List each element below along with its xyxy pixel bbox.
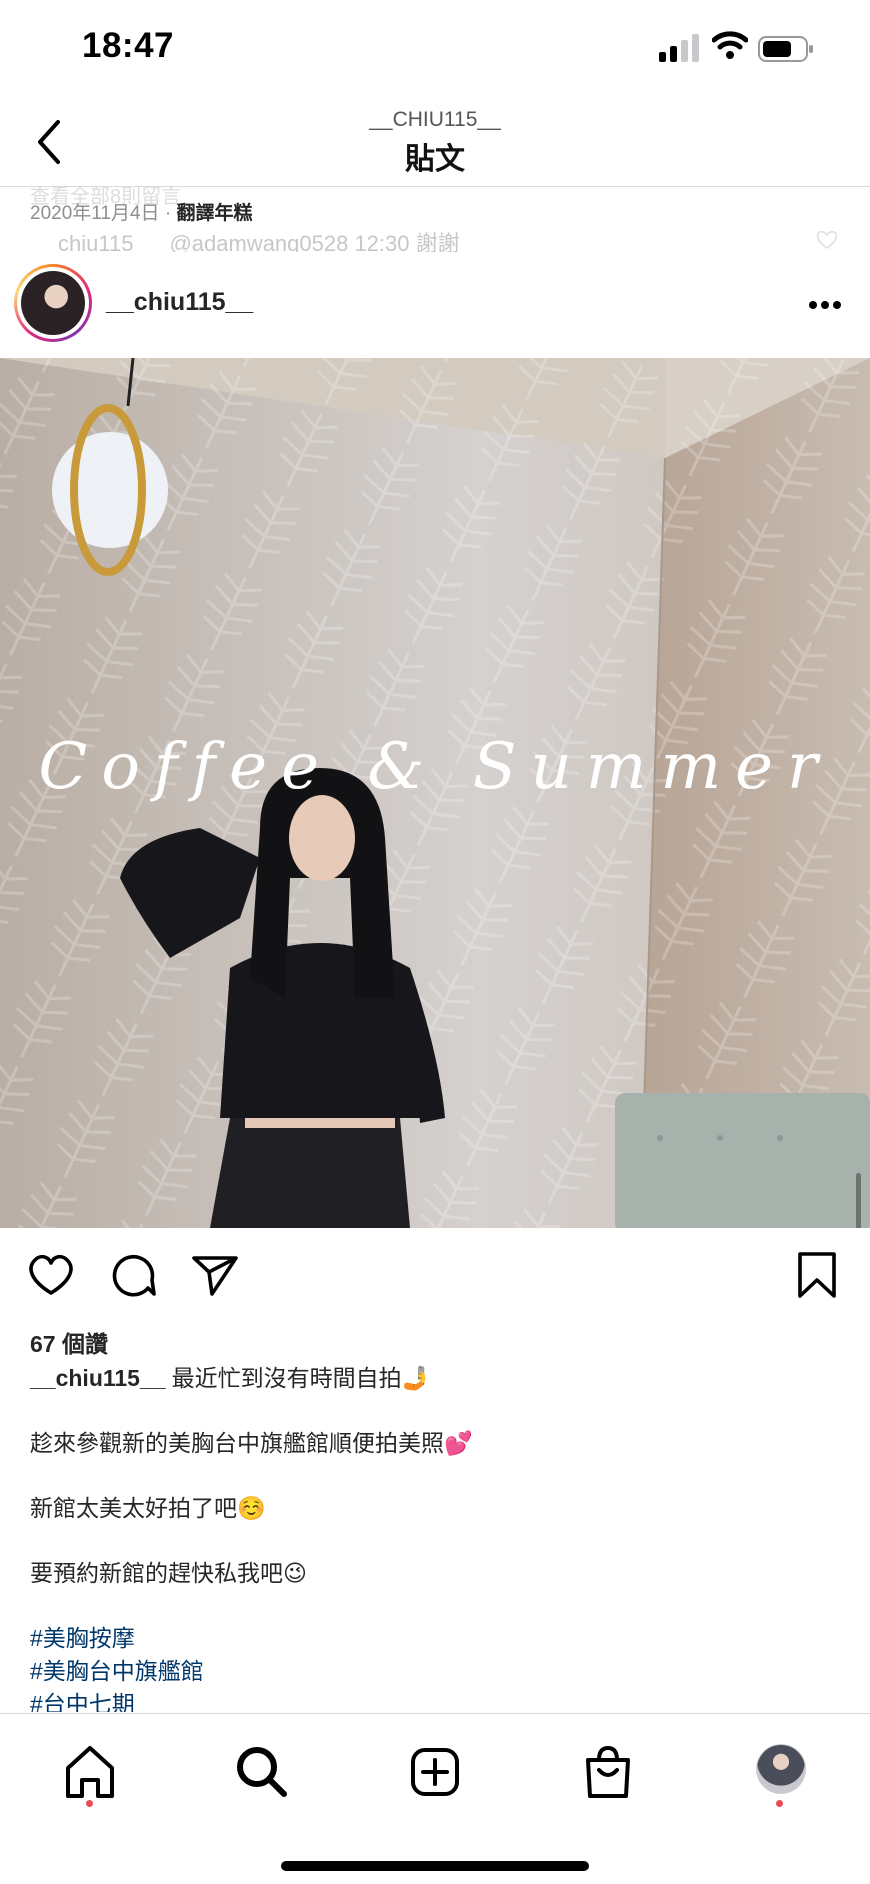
- caption-text-3: 新館太美太好拍了吧☺️: [30, 1495, 266, 1521]
- tab-shop[interactable]: [578, 1742, 638, 1802]
- nav-header: __CHIU115__ 貼文: [0, 100, 870, 187]
- like-button[interactable]: [26, 1250, 76, 1300]
- caption-text-2: 趁來參觀新的美胸台中旗艦館順便拍美照💕: [30, 1430, 473, 1456]
- scrollbar[interactable]: [856, 1173, 861, 1228]
- hashtag-link[interactable]: #美胸按摩: [30, 1622, 850, 1655]
- page-title: 貼文: [405, 143, 465, 176]
- post-image[interactable]: Coffee & Summer: [0, 358, 870, 1228]
- likes-count[interactable]: 67 個讚: [30, 1325, 108, 1359]
- status-bar: 18:47: [0, 0, 870, 100]
- hashtag-link[interactable]: #台中七期: [30, 1688, 850, 1712]
- translate-link[interactable]: 翻譯年糕: [176, 203, 252, 224]
- post-action-bar: [0, 1230, 870, 1320]
- comment-preview: chiu115 @adamwanq0528 12:30 謝謝: [58, 226, 460, 252]
- shop-icon: [586, 1745, 630, 1798]
- more-horizontal-icon: [809, 301, 841, 309]
- post-caption: __chiu115__ 最近忙到沒有時間自拍🤳 趁來參觀新的美胸台中旗艦館順便拍美…: [30, 1362, 850, 1712]
- hashtag-link[interactable]: #美胸台中旗艦館: [30, 1655, 850, 1688]
- comment-button[interactable]: [108, 1250, 158, 1300]
- wifi-icon: [712, 31, 748, 59]
- comment-username[interactable]: chiu115: [58, 231, 133, 252]
- tab-new-post[interactable]: [405, 1742, 465, 1802]
- comment-text: @adamwanq0528 12:30 謝謝: [169, 231, 460, 252]
- tab-search[interactable]: [232, 1742, 292, 1802]
- heart-icon: [29, 1254, 73, 1295]
- bottom-tab-bar: [0, 1713, 870, 1884]
- add-post-icon: [411, 1748, 459, 1796]
- bookmark-icon: [798, 1252, 836, 1298]
- battery-icon: [758, 36, 813, 62]
- save-button[interactable]: [792, 1250, 842, 1300]
- search-icon: [237, 1747, 287, 1797]
- tab-profile-avatar[interactable]: [756, 1744, 806, 1794]
- image-overlay-text: Coffee & Summer: [38, 730, 832, 804]
- share-button[interactable]: [190, 1250, 240, 1300]
- header-username: __CHIU115__: [369, 108, 501, 131]
- cellular-signal-icon: [659, 34, 699, 62]
- home-indicator[interactable]: [281, 1861, 589, 1871]
- caption-viewport: __chiu115__ 最近忙到沒有時間自拍🤳 趁來參觀新的美胸台中旗艦館順便拍美…: [0, 1362, 870, 1712]
- avatar: [21, 271, 85, 335]
- caption-username[interactable]: __chiu115__: [30, 1365, 166, 1391]
- home-notification-dot: [86, 1800, 93, 1807]
- tab-home[interactable]: [60, 1742, 120, 1802]
- status-time: 18:47: [82, 26, 175, 65]
- comment-like-heart-icon[interactable]: [816, 230, 838, 250]
- home-icon: [66, 1746, 114, 1798]
- comment-icon: [112, 1254, 156, 1297]
- caption-text-1: 最近忙到沒有時間自拍🤳: [171, 1365, 431, 1391]
- profile-notification-dot: [776, 1800, 783, 1807]
- meta-separator: ·: [159, 203, 177, 224]
- post-username[interactable]: __chiu115__: [106, 288, 253, 317]
- avatar-story-ring[interactable]: [14, 264, 92, 342]
- caption-first-line: __chiu115__ 最近忙到沒有時間自拍🤳: [30, 1362, 850, 1395]
- caption-text-4: 要預約新館的趕快私我吧😉: [30, 1560, 307, 1586]
- more-options-button[interactable]: [800, 280, 850, 330]
- previous-post-footer: 查看全部8則留言 2020年11月4日 · 翻譯年糕 chiu115 @adamw…: [0, 186, 870, 252]
- send-icon: [192, 1256, 238, 1296]
- post-date-row: 2020年11月4日 · 翻譯年糕: [30, 198, 252, 225]
- post-date: 2020年11月4日: [30, 203, 160, 224]
- post-header: __chiu115__: [0, 254, 870, 354]
